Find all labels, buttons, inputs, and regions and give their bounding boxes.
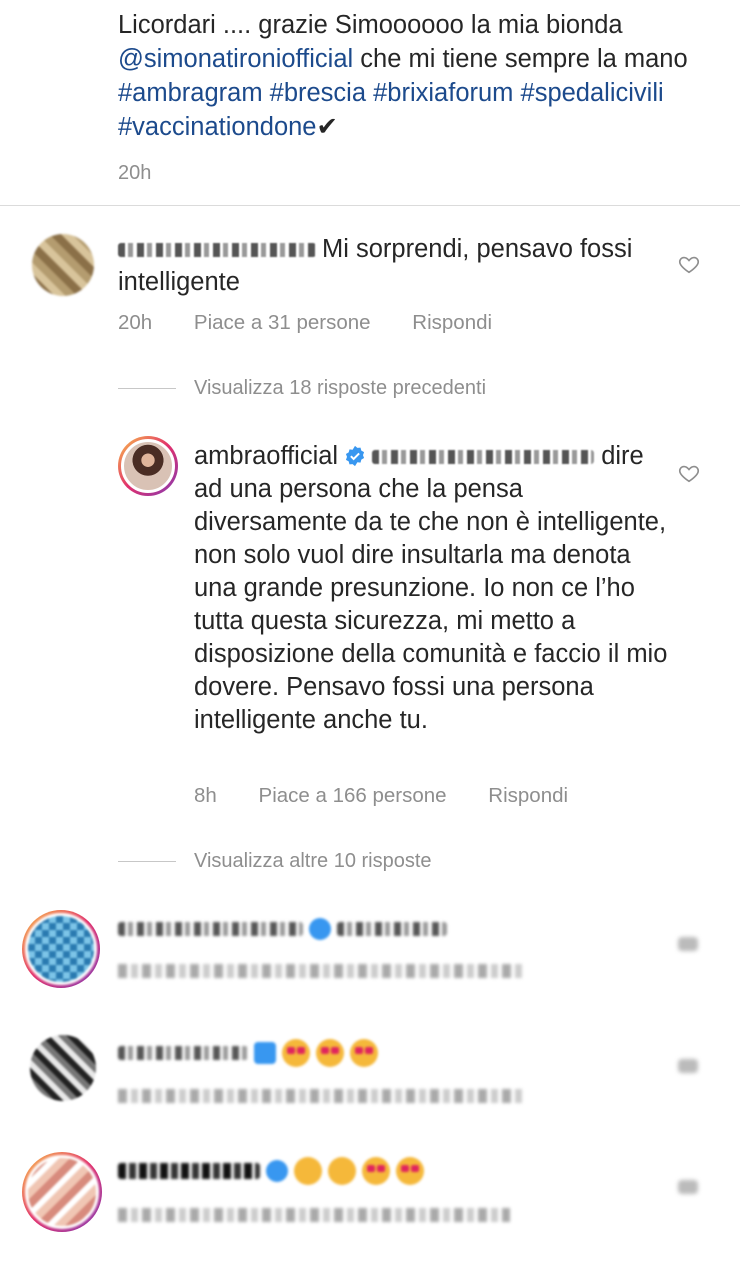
redacted-username[interactable] — [118, 1163, 260, 1179]
view-more-replies[interactable]: Visualizza altre 10 risposte — [118, 850, 432, 873]
comment-2-username[interactable]: ambraofficial — [194, 442, 338, 470]
comment-2-text: dire ad una persona che la pensa diversa… — [194, 442, 668, 734]
comment-1-time: 20h — [118, 311, 153, 334]
redacted-username[interactable] — [118, 243, 316, 258]
caption-text-start: Licordari .... grazie Simoooooo la mia b… — [118, 11, 623, 39]
view-previous-replies-label: Visualizza 18 risposte precedenti — [194, 377, 487, 399]
heart-eyes-emoji-icon — [350, 1039, 378, 1067]
emoji-icon — [294, 1157, 322, 1185]
view-previous-replies[interactable]: Visualizza 18 risposte precedenti — [118, 377, 486, 400]
heart-eyes-emoji-icon — [316, 1039, 344, 1067]
redacted-comment-meta — [118, 964, 523, 978]
post-caption: Licordari .... grazie Simoooooo la mia b… — [118, 8, 698, 186]
verified-badge-icon — [266, 1160, 288, 1182]
redacted-comment-meta — [118, 1089, 523, 1103]
redacted-username[interactable] — [118, 922, 303, 936]
redacted-comment-meta — [118, 1208, 510, 1222]
avatar[interactable] — [30, 1035, 96, 1101]
avatar[interactable] — [118, 436, 178, 496]
avatar[interactable] — [22, 1152, 102, 1232]
comment-2-time: 8h — [194, 784, 217, 807]
redacted-text — [337, 922, 447, 936]
divider-line — [118, 861, 176, 862]
heart-eyes-emoji-icon — [396, 1157, 424, 1185]
heart-eyes-emoji-icon — [282, 1039, 310, 1067]
heart-outline-icon[interactable] — [678, 937, 698, 951]
redacted-mention[interactable] — [372, 450, 595, 465]
mention-link[interactable]: @simonatironiofficial — [118, 45, 353, 73]
emoji-icon — [328, 1157, 356, 1185]
comment-2-likes[interactable]: Piace a 166 persone — [259, 784, 447, 807]
comment-1-reply-button[interactable]: Rispondi — [412, 311, 492, 334]
avatar[interactable] — [22, 910, 100, 988]
comment-2-meta: 8h Piace a 166 persone Rispondi — [194, 784, 604, 808]
heart-outline-icon[interactable] — [678, 1180, 698, 1194]
view-more-replies-label: Visualizza altre 10 risposte — [194, 850, 432, 872]
verified-badge-icon — [309, 918, 331, 940]
avatar[interactable] — [32, 234, 94, 296]
comment-1-meta: 20h Piace a 31 persone Rispondi — [118, 311, 528, 335]
redacted-comment-header — [118, 1157, 424, 1185]
redacted-comment-header — [118, 1039, 378, 1067]
checkmark-icon: ✔ — [316, 113, 338, 141]
heart-outline-icon[interactable] — [678, 1059, 698, 1073]
divider-line — [118, 388, 176, 389]
redacted-username[interactable] — [118, 1046, 248, 1060]
caption-text-mid: che mi tiene sempre la mano — [353, 45, 688, 73]
comment-1: Mi sorprendi, pensavo fossi intelligente — [118, 233, 678, 299]
heart-outline-icon[interactable] — [678, 253, 700, 275]
heart-outline-icon[interactable] — [678, 462, 700, 484]
caption-time: 20h — [118, 162, 152, 184]
redacted-comment-header — [118, 918, 447, 940]
comment-1-likes[interactable]: Piace a 31 persone — [194, 311, 371, 334]
caption-divider — [0, 205, 740, 206]
hashtags-line1[interactable]: #ambragram #brescia #brixiaforum — [118, 79, 513, 107]
heart-eyes-emoji-icon — [362, 1157, 390, 1185]
verified-badge-icon — [254, 1042, 276, 1064]
comment-2: ambraofficial dire ad una persona che la… — [194, 440, 674, 737]
comment-2-reply-button[interactable]: Rispondi — [488, 784, 568, 807]
verified-badge-icon — [346, 445, 365, 467]
